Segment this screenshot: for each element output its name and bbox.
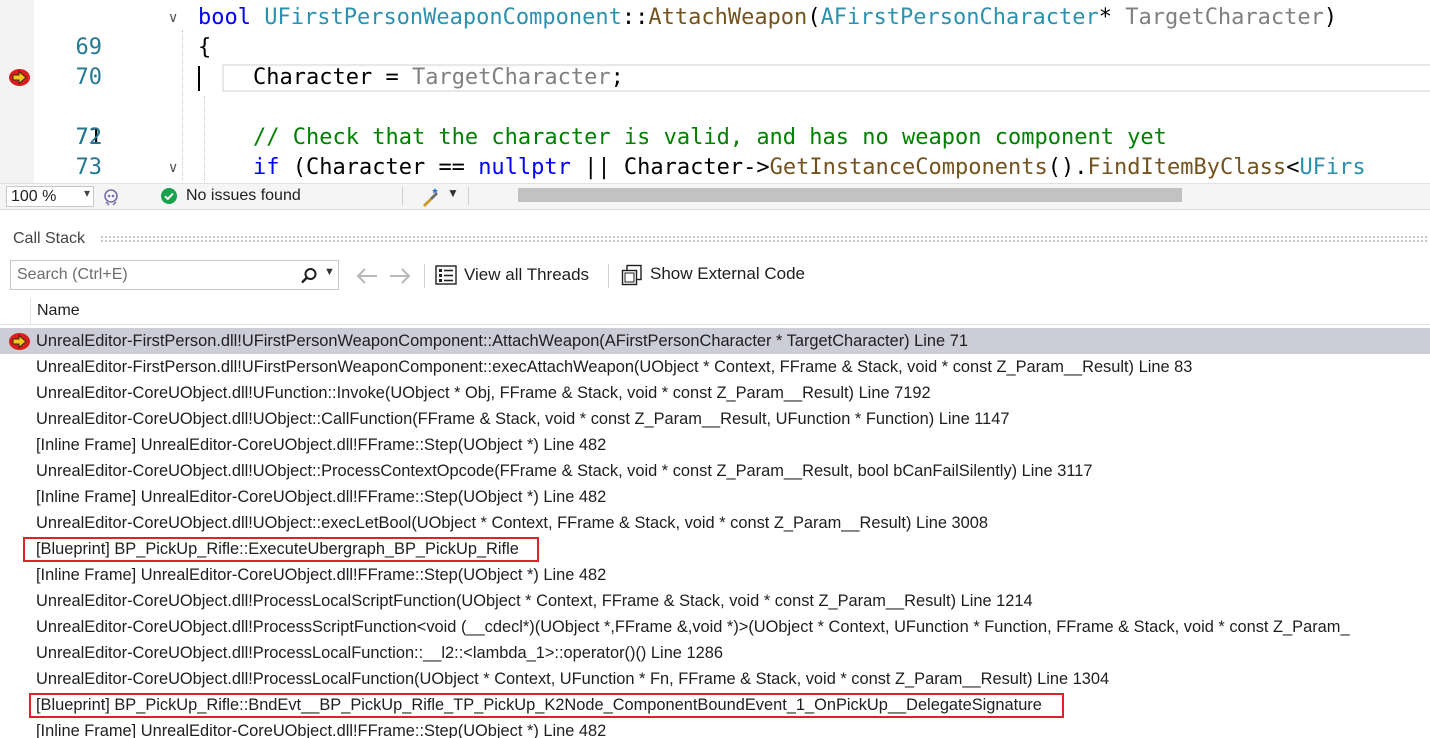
call-stack-frame[interactable]: UnrealEditor-CoreUObject.dll!UObject::ex… [0,510,1430,536]
frame-text: [Inline Frame] UnrealEditor-CoreUObject.… [36,488,607,506]
code-text: if (Character == nullptr || Character->G… [253,155,1366,180]
frame-text: [Inline Frame] UnrealEditor-CoreUObject.… [36,436,607,454]
call-stack-frame[interactable]: UnrealEditor-CoreUObject.dll!ProcessScri… [0,614,1430,640]
frame-text: UnrealEditor-CoreUObject.dll!UObject::Pr… [36,462,1093,480]
frame-text: UnrealEditor-CoreUObject.dll!ProcessLoca… [36,670,1110,688]
chevron-down-icon[interactable]: ▼ [324,266,335,278]
current-statement-arrow-icon [9,333,30,350]
code-text: Character = TargetCharacter; [253,65,624,90]
code-comment: // Check that the character is valid, an… [253,125,1167,150]
call-stack-frame[interactable]: UnrealEditor-FirstPerson.dll!UFirstPerso… [0,328,1430,354]
call-stack-list: UnrealEditor-FirstPerson.dll!UFirstPerso… [0,327,1430,738]
text-caret [198,66,200,91]
call-stack-frame[interactable]: UnrealEditor-CoreUObject.dll!UObject::Pr… [0,458,1430,484]
frame-text: UnrealEditor-CoreUObject.dll!ProcessScri… [36,618,1350,636]
editor-status-strip: 100 % ▾ No issues found ▼ [0,183,1430,210]
code-line-73[interactable]: 73 // Check that the character is valid,… [0,123,1430,180]
threads-icon [435,265,457,285]
call-stack-frame[interactable]: UnrealEditor-CoreUObject.dll!UFunction::… [0,380,1430,406]
column-divider[interactable] [30,298,31,324]
frame-text: UnrealEditor-CoreUObject.dll!UObject::ex… [36,514,988,532]
call-stack-frame[interactable]: [Inline Frame] UnrealEditor-CoreUObject.… [0,432,1430,458]
chevron-down-icon[interactable]: ▼ [447,186,459,200]
search-input[interactable] [17,265,287,285]
frame-text: [Inline Frame] UnrealEditor-CoreUObject.… [36,722,607,738]
external-code-icon [621,264,642,286]
code-text: { [198,35,212,60]
call-stack-frame[interactable]: UnrealEditor-CoreUObject.dll!ProcessLoca… [0,666,1430,692]
frame-text: UnrealEditor-CoreUObject.dll!ProcessLoca… [36,644,723,662]
frame-text: UnrealEditor-CoreUObject.dll!UFunction::… [36,384,931,402]
frame-text: UnrealEditor-CoreUObject.dll!ProcessLoca… [36,592,1033,610]
code-line-70[interactable]: 70 { [0,33,1430,90]
code-text: bool UFirstPersonWeaponComponent::Attach… [198,5,1338,30]
call-stack-header[interactable]: Call Stack [0,224,1430,254]
toolbar-separator [402,187,403,205]
frame-text: [Inline Frame] UnrealEditor-CoreUObject.… [36,566,607,584]
issues-text: No issues found [186,187,301,204]
cleanup-brush-icon[interactable] [420,186,442,208]
frame-text: UnrealEditor-CoreUObject.dll!UObject::Ca… [36,410,1010,428]
code-line-74[interactable]: 74 ∨ if (Character == nullptr || Charact… [0,153,1430,183]
search-box[interactable]: ▼ [10,260,339,290]
column-header-row: Name [0,298,1430,325]
fold-toggle[interactable]: ∨ [168,3,182,33]
highlight-box [23,537,539,562]
panel-title: Call Stack [13,230,86,247]
call-stack-frame[interactable]: UnrealEditor-FirstPerson.dll!UFirstPerso… [0,354,1430,380]
toolbar-separator [424,264,425,288]
back-arrow-icon[interactable] [355,267,379,285]
current-statement-arrow-icon [9,69,30,86]
call-stack-frame[interactable]: UnrealEditor-CoreUObject.dll!UObject::Ca… [0,406,1430,432]
horizontal-scrollbar-thumb[interactable] [518,188,1182,202]
call-stack-toolbar: ▼ View all Threads Show External Code [0,258,1430,294]
copilot-icon[interactable] [101,187,121,207]
highlight-box [29,693,1064,718]
code-line-71[interactable]: 71 Character = TargetCharacter; [0,63,1430,150]
call-stack-frame[interactable]: UnrealEditor-CoreUObject.dll!ProcessLoca… [0,588,1430,614]
search-icon[interactable] [300,267,318,285]
fold-toggle[interactable]: ∨ [168,153,182,183]
column-header-name[interactable]: Name [37,302,80,320]
call-stack-frame[interactable]: UnrealEditor-CoreUObject.dll!ProcessLoca… [0,640,1430,666]
chevron-down-icon: ▾ [83,186,90,200]
call-stack-frame[interactable]: [Inline Frame] UnrealEditor-CoreUObject.… [0,718,1430,738]
zoom-dropdown[interactable]: 100 % ▾ [6,186,94,207]
code-editor[interactable]: 69 ∨ bool UFirstPersonWeaponComponent::A… [0,0,1430,183]
check-circle-icon [161,188,177,204]
toolbar-separator [468,187,469,205]
zoom-value: 100 % [11,188,57,205]
toolbar-separator [608,264,609,288]
call-stack-frame[interactable]: [Inline Frame] UnrealEditor-CoreUObject.… [0,484,1430,510]
call-stack-frame[interactable]: [Inline Frame] UnrealEditor-CoreUObject.… [0,562,1430,588]
forward-arrow-icon[interactable] [388,267,412,285]
view-all-threads-label: View all Threads [464,265,590,284]
frame-text: UnrealEditor-FirstPerson.dll!UFirstPerso… [36,332,968,350]
panel-drag-grip[interactable] [100,235,1428,242]
show-external-code-label: Show External Code [650,264,805,283]
code-line-72[interactable]: 72 [0,93,1430,150]
code-line-69[interactable]: 69 ∨ bool UFirstPersonWeaponComponent::A… [0,3,1430,60]
frame-text: UnrealEditor-FirstPerson.dll!UFirstPerso… [36,358,1193,376]
